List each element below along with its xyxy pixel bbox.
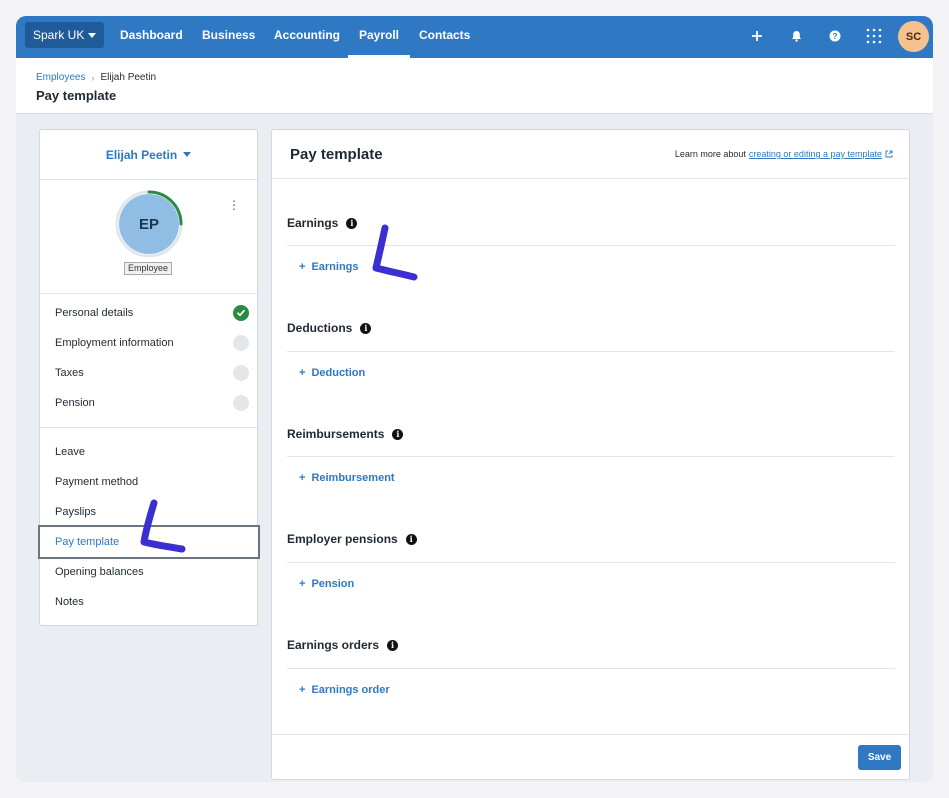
employee-name: Elijah Peetin [105,147,178,162]
caret-down-icon [183,152,192,157]
employee-sidebar: Elijah Peetin EP ⋮ Employee Personal det… [38,129,260,626]
plus-icon: + [299,261,306,273]
nav-dashboard[interactable]: Dashboard [120,16,183,58]
bell-icon[interactable] [786,26,806,46]
check-circle-icon [233,305,249,321]
add-deduction-button[interactable]: + Deduction [299,367,365,379]
incomplete-status-icon [233,335,249,351]
org-name: Spark UK [33,28,85,42]
sidebar-item-payment-method[interactable]: Payment method [55,476,138,488]
save-button[interactable]: Save [858,745,901,770]
svg-text:?: ? [833,32,838,41]
info-icon[interactable]: i [387,639,399,651]
app-grid-icon[interactable] [864,26,884,46]
sidebar-item-personal-details[interactable]: Personal details [55,307,133,319]
help-icon[interactable]: ? [825,26,845,46]
learn-more-text: Learn more about [674,149,746,159]
plus-icon: + [299,472,306,484]
plus-icon: + [299,684,306,696]
section-earnings-orders: Earnings orders i [287,638,399,652]
section-title: Reimbursements [287,427,385,441]
section-employer-pensions: Employer pensions i [287,532,417,546]
add-label: Pension [311,578,355,590]
add-earnings-order-button[interactable]: + Earnings order [299,684,390,696]
app-frame: Spark UK Dashboard Business Accounting P… [16,16,933,782]
incomplete-status-icon [233,365,249,381]
divider [40,293,257,294]
info-icon[interactable]: i [360,322,372,334]
caret-down-icon [88,32,97,38]
divider [40,427,257,428]
pay-template-card: Pay template Learn more about creating o… [271,129,910,780]
section-title: Earnings orders [287,638,380,652]
incomplete-status-icon [233,395,249,411]
plus-icon[interactable] [747,26,767,46]
org-switcher[interactable]: Spark UK [25,22,105,48]
nav-business[interactable]: Business [202,16,255,58]
employee-avatar: EP [119,194,179,254]
add-label: Earnings [311,261,359,273]
page-header: Employees › Elijah Peetin Pay template [16,58,933,114]
external-link-icon [885,150,893,158]
add-label: Earnings order [311,684,390,696]
add-label: Reimbursement [311,472,395,484]
card-title: Pay template [290,146,383,163]
breadcrumb-employees[interactable]: Employees [36,72,85,83]
add-label: Deduction [311,367,366,379]
card-header: Pay template Learn more about creating o… [272,130,909,179]
top-nav: Spark UK Dashboard Business Accounting P… [16,16,933,58]
section-title: Employer pensions [287,532,398,546]
divider [287,668,895,669]
divider [272,734,909,735]
divider [287,245,895,246]
user-avatar[interactable]: SC [898,21,929,52]
employee-selector[interactable]: Elijah Peetin [40,130,257,180]
sidebar-item-payslips[interactable]: Payslips [55,506,96,518]
page-title: Pay template [36,88,117,103]
info-icon[interactable]: i [346,217,358,229]
plus-icon: + [299,367,306,379]
more-options-icon[interactable]: ⋮ [228,199,240,213]
sidebar-item-employment-information[interactable]: Employment information [55,337,174,349]
sidebar-item-notes[interactable]: Notes [55,596,84,608]
divider [287,562,895,563]
section-reimbursements: Reimbursements i [287,427,404,441]
avatar-progress-ring: EP [115,190,183,258]
sidebar-item-taxes[interactable]: Taxes [55,367,84,379]
add-earnings-button[interactable]: + Earnings [299,261,359,273]
role-badge: Employee [124,262,173,275]
nav-payroll[interactable]: Payroll [347,16,411,58]
plus-icon: + [299,578,306,590]
sidebar-item-label: Pay template [55,536,120,548]
section-earnings: Earnings i [287,216,358,230]
add-pension-button[interactable]: + Pension [299,578,354,590]
sidebar-item-opening-balances[interactable]: Opening balances [55,566,144,578]
nav-contacts[interactable]: Contacts [419,16,470,58]
chevron-right-icon: › [91,72,95,83]
info-icon[interactable]: i [405,533,417,545]
nav-accounting[interactable]: Accounting [274,16,340,58]
section-title: Deductions [287,321,353,335]
divider [287,456,895,457]
divider [287,351,895,352]
breadcrumb-current: Elijah Peetin [100,72,157,83]
sidebar-item-pay-template[interactable]: Pay template [38,525,260,559]
sidebar-item-pension[interactable]: Pension [55,397,95,409]
sidebar-item-leave[interactable]: Leave [55,446,85,458]
add-reimbursement-button[interactable]: + Reimbursement [299,472,395,484]
info-icon[interactable]: i [392,428,404,440]
section-title: Earnings [287,216,339,230]
learn-more-link[interactable]: creating or editing a pay template [749,149,882,159]
breadcrumb: Employees › Elijah Peetin [36,72,156,83]
section-deductions: Deductions i [287,321,372,335]
learn-more: Learn more about creating or editing a p… [675,149,893,159]
